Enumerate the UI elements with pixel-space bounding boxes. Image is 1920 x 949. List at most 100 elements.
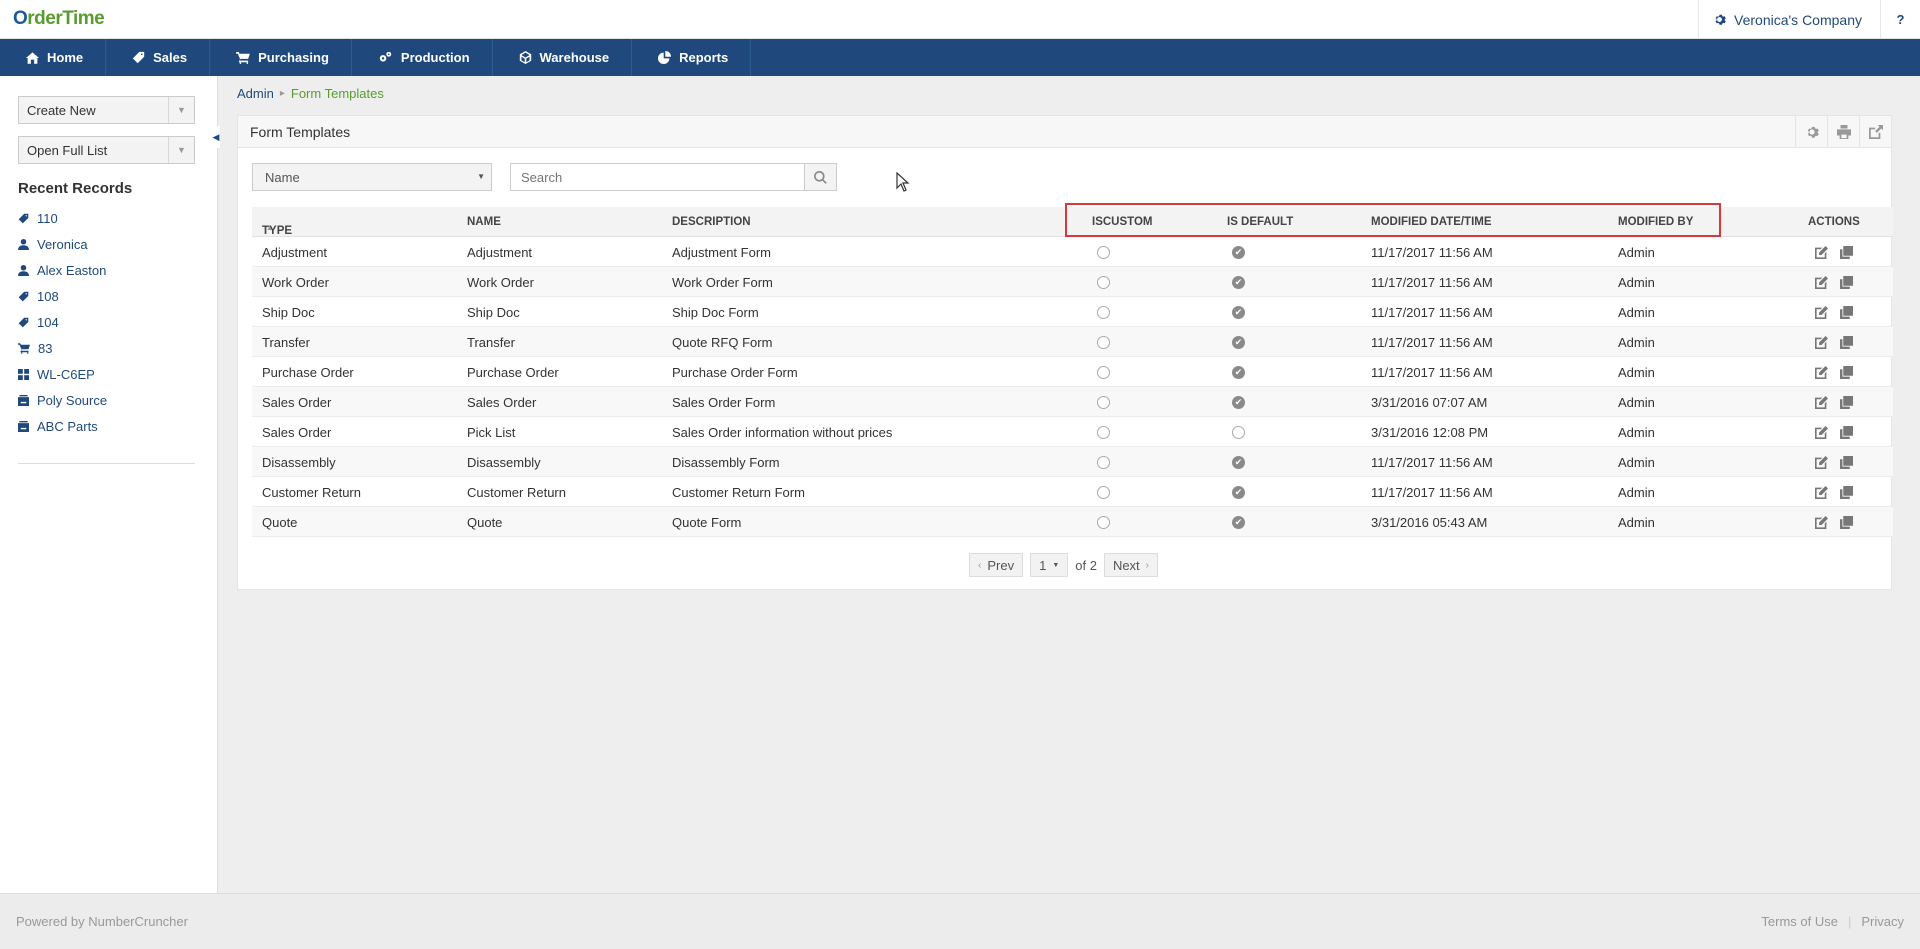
search-input[interactable]	[511, 164, 806, 190]
cell-description: Quote RFQ Form	[672, 335, 773, 350]
copy-button[interactable]	[1839, 305, 1853, 319]
table-row[interactable]: Work Order Work Order Work Order Form 11/17…	[252, 267, 1893, 297]
column-header-modified-by[interactable]: MODIFIED BY	[1618, 216, 1693, 228]
filter-field-select[interactable]: Name ▼	[252, 163, 492, 191]
empty-circle-icon	[1097, 516, 1110, 529]
privacy-link[interactable]: Privacy	[1861, 914, 1904, 929]
prev-page-button[interactable]: ‹ Prev	[969, 553, 1024, 577]
edit-button[interactable]	[1814, 485, 1828, 499]
cell-type: Disassembly	[262, 455, 336, 470]
copy-button[interactable]	[1839, 455, 1853, 469]
edit-icon	[1814, 275, 1828, 289]
table-row[interactable]: Sales Order Sales Order Sales Order Form 3/…	[252, 387, 1893, 417]
column-header-modified[interactable]: MODIFIED DATE/TIME	[1371, 216, 1492, 228]
table-row[interactable]: Transfer Transfer Quote RFQ Form 11/17/2017…	[252, 327, 1893, 357]
nav-sales[interactable]: Sales	[106, 39, 211, 76]
table-row[interactable]: Purchase Order Purchase Order Purchase Ord…	[252, 357, 1893, 387]
footer: Powered by NumberCruncher Terms of Use |…	[0, 893, 1920, 949]
help-button[interactable]: ?	[1880, 0, 1920, 39]
edit-button[interactable]	[1814, 305, 1828, 319]
edit-button[interactable]	[1814, 515, 1828, 529]
recent-item[interactable]: Veronica	[18, 231, 195, 257]
edit-button[interactable]	[1814, 395, 1828, 409]
copy-button[interactable]	[1839, 515, 1853, 529]
open-full-list-dropdown[interactable]: ▼	[168, 137, 194, 163]
panel-header: Form Templates	[238, 116, 1891, 148]
copy-button[interactable]	[1839, 485, 1853, 499]
column-header-name[interactable]: NAME	[467, 216, 501, 228]
sidebar-collapse-toggle[interactable]: ◀	[212, 126, 220, 148]
cell-type: Customer Return	[262, 485, 361, 500]
print-button[interactable]	[1827, 116, 1859, 148]
cell-modified: 3/31/2016 07:07 AM	[1371, 395, 1488, 410]
column-header-iscustom[interactable]: ISCUSTOM	[1092, 216, 1153, 228]
table-row[interactable]: Ship Doc Ship Doc Ship Doc Form 11/17/2017 …	[252, 297, 1893, 327]
nav-production[interactable]: Production	[352, 39, 493, 76]
empty-circle-icon	[1232, 426, 1245, 439]
cell-description: Sales Order information without prices	[672, 425, 893, 440]
search-button[interactable]	[805, 163, 837, 191]
form-templates-table: TYPE ▲ NAME DESCRIPTION ISCUSTOM IS DEFA…	[252, 207, 1893, 537]
recent-item[interactable]: ABC Parts	[18, 413, 195, 439]
chevron-down-icon: ▼	[477, 172, 485, 181]
copy-button[interactable]	[1839, 275, 1853, 289]
edit-button[interactable]	[1814, 245, 1828, 259]
edit-icon	[1814, 305, 1828, 319]
nav-warehouse[interactable]: Warehouse	[493, 39, 633, 76]
tag-icon	[18, 213, 29, 223]
edit-button[interactable]	[1814, 425, 1828, 439]
cell-modified-by: Admin	[1618, 305, 1655, 320]
copy-button[interactable]	[1839, 425, 1853, 439]
copy-button[interactable]	[1839, 335, 1853, 349]
home-icon	[26, 51, 39, 64]
edit-button[interactable]	[1814, 275, 1828, 289]
empty-circle-icon	[1097, 456, 1110, 469]
nav-reports-label: Reports	[679, 50, 729, 65]
chevron-down-icon: ▼	[1052, 561, 1060, 569]
table-row[interactable]: Sales Order Pick List Sales Order informat…	[252, 417, 1893, 447]
recent-records-title: Recent Records	[18, 180, 133, 197]
recent-item[interactable]: 108	[18, 283, 195, 309]
recent-item[interactable]: 83	[18, 335, 195, 361]
edit-button[interactable]	[1814, 335, 1828, 349]
app-logo[interactable]: OrderTime	[13, 8, 105, 30]
building-icon	[18, 394, 29, 406]
cell-modified: 3/31/2016 12:08 PM	[1371, 425, 1489, 440]
grid-icon	[18, 368, 29, 380]
next-page-button[interactable]: Next ›	[1103, 553, 1159, 577]
edit-button[interactable]	[1814, 365, 1828, 379]
nav-reports[interactable]: Reports	[632, 39, 752, 76]
column-header-is-default[interactable]: IS DEFAULT	[1227, 216, 1293, 228]
nav-purchasing[interactable]: Purchasing	[210, 39, 352, 76]
gear-icon	[1715, 14, 1726, 25]
nav-home[interactable]: Home	[0, 39, 107, 76]
page-select[interactable]: 1 ▼	[1030, 553, 1069, 577]
terms-link[interactable]: Terms of Use	[1761, 914, 1838, 929]
table-row[interactable]: Disassembly Disassembly Disassembly Form 11…	[252, 447, 1893, 477]
company-switcher[interactable]: Veronica's Company	[1698, 0, 1876, 39]
edit-button[interactable]	[1814, 455, 1828, 469]
table-row[interactable]: Quote Quote Quote Form 3/31/2016 05:43 AM Ad…	[252, 507, 1893, 537]
user-icon	[18, 238, 29, 250]
cell-name: Ship Doc	[467, 305, 520, 320]
column-header-description[interactable]: DESCRIPTION	[672, 216, 751, 228]
recent-item[interactable]: Poly Source	[18, 387, 195, 413]
copy-button[interactable]	[1839, 365, 1853, 379]
recent-item[interactable]: Alex Easton	[18, 257, 195, 283]
table-row[interactable]: Customer Return Customer Return Customer R…	[252, 477, 1893, 507]
edit-icon	[1814, 425, 1828, 439]
copy-button[interactable]	[1839, 245, 1853, 259]
recent-item[interactable]: 110	[18, 205, 195, 231]
checked-circle-icon: ✔	[1232, 516, 1245, 529]
copy-button[interactable]	[1839, 395, 1853, 409]
settings-button[interactable]	[1795, 116, 1827, 148]
export-button[interactable]	[1859, 116, 1891, 148]
open-full-list-button[interactable]: Open Full List ▼	[18, 136, 195, 164]
create-new-dropdown[interactable]: ▼	[168, 97, 194, 123]
recent-item[interactable]: 104	[18, 309, 195, 335]
breadcrumb-admin[interactable]: Admin	[237, 86, 274, 101]
cell-type: Sales Order	[262, 425, 332, 440]
table-row[interactable]: Adjustment Adjustment Adjustment Form 11/17…	[252, 237, 1893, 267]
recent-item[interactable]: WL-C6EP	[18, 361, 195, 387]
create-new-button[interactable]: Create New ▼	[18, 96, 195, 124]
